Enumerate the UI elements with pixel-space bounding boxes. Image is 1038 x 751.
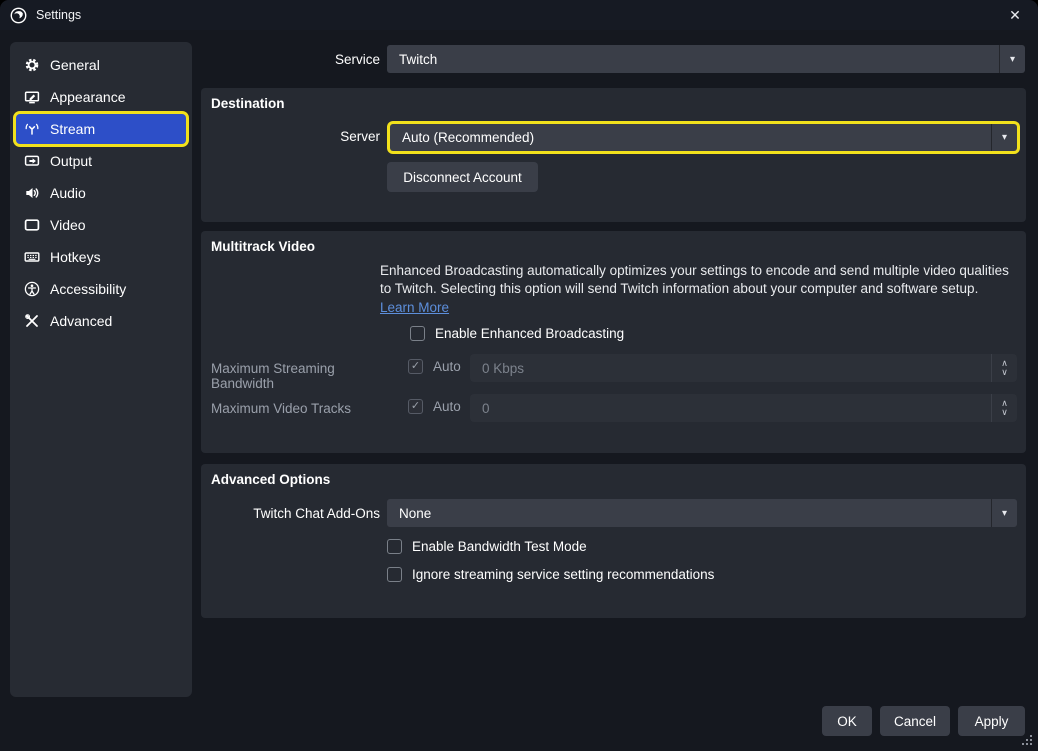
sidebar-item-label: Video [50, 217, 86, 233]
keyboard-icon [24, 249, 41, 266]
apply-button[interactable]: Apply [958, 706, 1025, 736]
window-title: Settings [36, 8, 82, 22]
bandwidth-test-row: Enable Bandwidth Test Mode [387, 539, 587, 554]
ok-button[interactable]: OK [822, 706, 872, 736]
chevron-down-icon: ▾ [991, 124, 1017, 151]
server-dropdown-value: Auto (Recommended) [402, 130, 535, 145]
bandwidth-auto-label: Auto [433, 359, 461, 374]
bandwidth-auto-checkbox[interactable]: ✓ [408, 359, 423, 374]
sidebar-item-advanced[interactable]: Advanced [16, 306, 186, 336]
sidebar-item-stream[interactable]: Stream [16, 114, 186, 144]
max-tracks-input[interactable]: 0 ∧ ∨ [470, 394, 1017, 422]
sidebar-item-label: Hotkeys [50, 249, 101, 265]
accessibility-icon [24, 281, 41, 298]
title-bar: Settings ✕ [0, 0, 1038, 30]
gear-icon [24, 57, 41, 74]
service-dropdown-value: Twitch [399, 51, 438, 67]
sidebar-item-label: Audio [50, 185, 86, 201]
multitrack-description: Enhanced Broadcasting automatically opti… [380, 263, 1009, 317]
tracks-auto-label: Auto [433, 399, 461, 414]
max-bandwidth-input[interactable]: 0 Kbps ∧ ∨ [470, 354, 1017, 382]
sidebar-item-output[interactable]: Output [16, 146, 186, 176]
ignore-recommendations-row: Ignore streaming service setting recomme… [387, 567, 714, 582]
sidebar-item-audio[interactable]: Audio [16, 178, 186, 208]
sidebar-item-label: General [50, 57, 100, 73]
max-bandwidth-label: Maximum Streaming Bandwidth [211, 361, 335, 391]
sidebar-item-label: Advanced [50, 313, 113, 329]
learn-more-link[interactable]: Learn More [380, 299, 449, 317]
destination-section: Destination Server Auto (Recommended) ▾ … [201, 88, 1026, 222]
service-dropdown[interactable]: Twitch ▾ [387, 45, 1025, 73]
settings-sidebar: General Appearance Stream Output Audio V… [10, 42, 192, 697]
service-label: Service [334, 52, 380, 67]
multitrack-title: Multitrack Video [211, 239, 316, 254]
close-icon[interactable]: ✕ [1002, 2, 1028, 28]
spinner-down-icon[interactable]: ∨ [1001, 368, 1008, 377]
sidebar-item-general[interactable]: General [16, 50, 186, 80]
chat-addons-label: Twitch Chat Add-Ons [253, 506, 380, 521]
tools-icon [24, 313, 41, 330]
tracks-spinner[interactable]: ∧ ∨ [991, 394, 1017, 422]
sidebar-item-accessibility[interactable]: Accessibility [16, 274, 186, 304]
stream-antenna-icon [24, 121, 41, 138]
spinner-down-icon[interactable]: ∨ [1001, 408, 1008, 417]
settings-window: Settings ✕ General Appearance Stream Out… [0, 0, 1038, 751]
tracks-auto-row: ✓ Auto [408, 399, 461, 414]
display-icon [24, 217, 41, 234]
chevron-down-icon: ▾ [991, 499, 1017, 527]
bandwidth-test-checkbox[interactable] [387, 539, 402, 554]
enable-enhanced-broadcasting-checkbox[interactable] [410, 326, 425, 341]
output-icon [24, 153, 41, 170]
max-tracks-value: 0 [482, 400, 490, 416]
sidebar-item-label: Accessibility [50, 281, 127, 297]
sidebar-item-hotkeys[interactable]: Hotkeys [16, 242, 186, 272]
chat-addons-dropdown[interactable]: None ▾ [387, 499, 1017, 527]
bandwidth-test-label: Enable Bandwidth Test Mode [412, 539, 587, 554]
ignore-recommendations-checkbox[interactable] [387, 567, 402, 582]
speaker-icon [24, 185, 41, 202]
obs-logo-icon [10, 7, 27, 24]
bandwidth-spinner[interactable]: ∧ ∨ [991, 354, 1017, 382]
sidebar-item-video[interactable]: Video [16, 210, 186, 240]
server-label: Server [340, 129, 380, 144]
advanced-options-section: Advanced Options Twitch Chat Add-Ons Non… [201, 464, 1026, 618]
enable-enhanced-broadcasting-label: Enable Enhanced Broadcasting [435, 326, 625, 341]
appearance-icon [24, 89, 41, 106]
sidebar-item-label: Output [50, 153, 93, 169]
sidebar-item-label: Appearance [50, 89, 126, 105]
disconnect-account-button[interactable]: Disconnect Account [387, 162, 538, 192]
ignore-recommendations-label: Ignore streaming service setting recomme… [412, 567, 715, 582]
server-dropdown[interactable]: Auto (Recommended) ▾ [390, 124, 1017, 151]
bandwidth-auto-row: ✓ Auto [408, 359, 461, 374]
tracks-auto-checkbox[interactable]: ✓ [408, 399, 423, 414]
multitrack-video-section: Multitrack Video Enhanced Broadcasting a… [201, 231, 1026, 453]
destination-title: Destination [211, 96, 285, 111]
sidebar-item-appearance[interactable]: Appearance [16, 82, 186, 112]
chevron-down-icon: ▾ [999, 45, 1025, 73]
max-tracks-label: Maximum Video Tracks [211, 401, 352, 416]
chat-addons-dropdown-value: None [399, 505, 432, 521]
cancel-button[interactable]: Cancel [880, 706, 950, 736]
sidebar-item-label: Stream [50, 121, 96, 137]
enable-enhanced-broadcasting-row: Enable Enhanced Broadcasting [410, 326, 624, 341]
advanced-options-title: Advanced Options [211, 472, 331, 487]
resize-grip[interactable] [1022, 735, 1032, 745]
max-bandwidth-value: 0 Kbps [482, 360, 525, 376]
